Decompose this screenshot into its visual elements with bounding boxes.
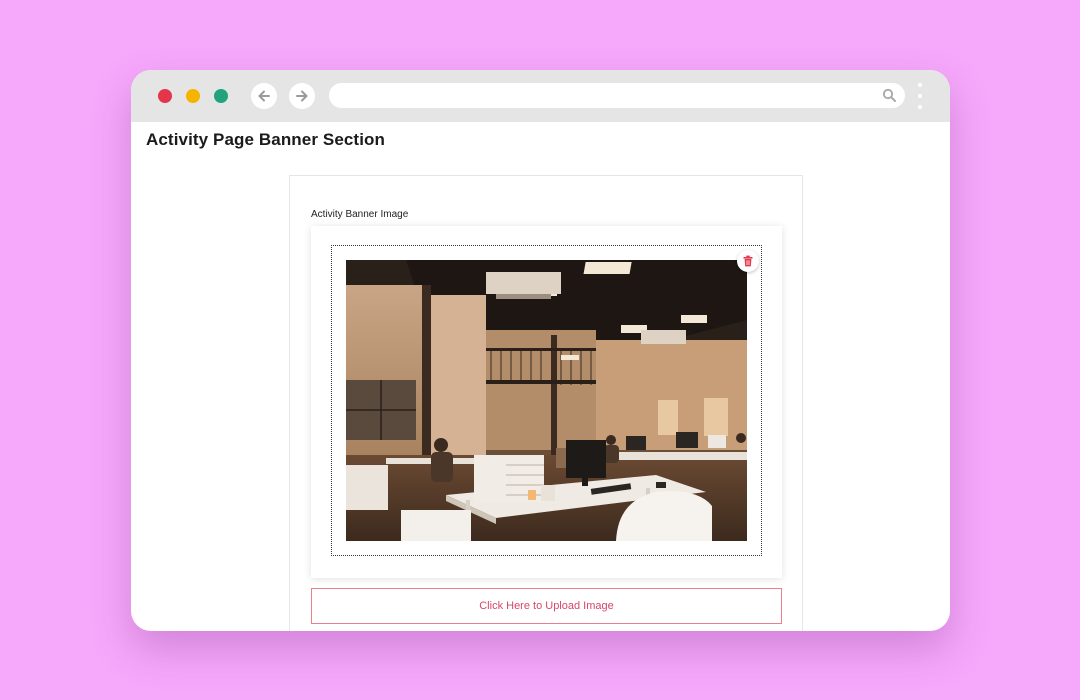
zoom-window-button[interactable]	[214, 89, 228, 103]
page-title: Activity Page Banner Section	[146, 130, 385, 149]
kebab-menu-icon[interactable]	[916, 83, 924, 109]
back-button[interactable]	[251, 83, 277, 109]
office-photo-image	[346, 260, 747, 541]
delete-image-button[interactable]	[737, 250, 759, 272]
back-arrow-icon	[258, 90, 270, 102]
forward-button[interactable]	[289, 83, 315, 109]
banner-form-card: Activity Banner Image Click Here to Uplo…	[289, 175, 803, 631]
browser-toolbar	[131, 70, 950, 122]
image-preview-panel	[311, 226, 782, 578]
trash-icon	[743, 255, 753, 267]
forward-arrow-icon	[296, 90, 308, 102]
banner-image-preview	[346, 260, 747, 541]
address-bar[interactable]	[329, 83, 905, 108]
minimize-window-button[interactable]	[186, 89, 200, 103]
banner-image-label: Activity Banner Image	[311, 209, 409, 220]
close-window-button[interactable]	[158, 89, 172, 103]
upload-image-button[interactable]: Click Here to Upload Image	[311, 588, 782, 624]
search-icon[interactable]	[882, 88, 897, 108]
browser-window: Activity Page Banner Section Activity Ba…	[131, 70, 950, 631]
image-dropzone[interactable]	[331, 245, 762, 556]
